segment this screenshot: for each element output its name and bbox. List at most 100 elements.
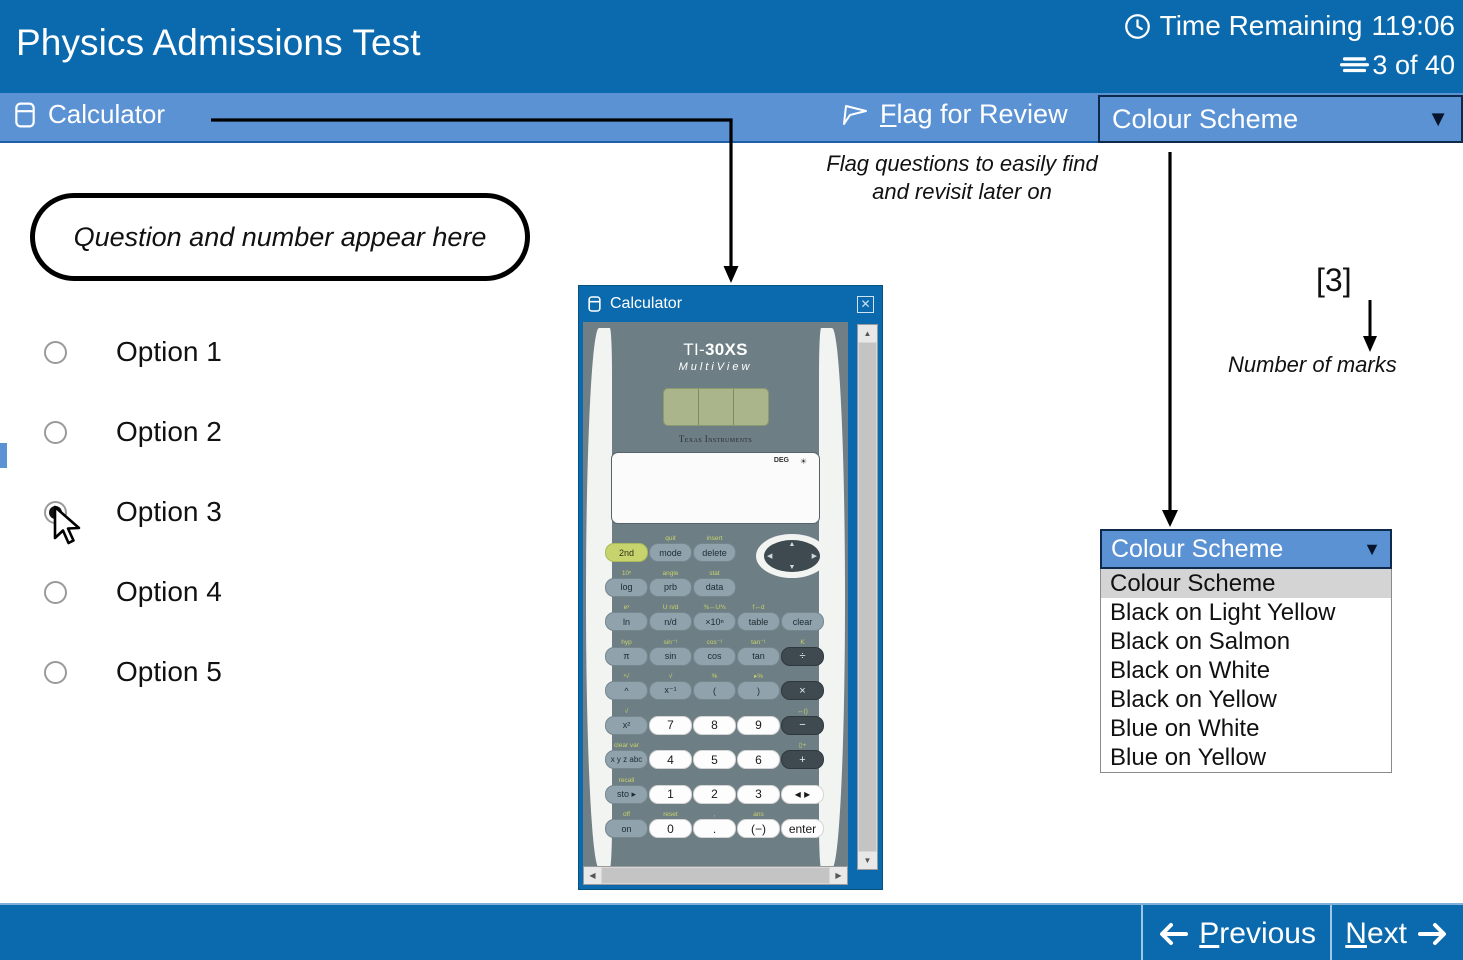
calculator-vertical-scrollbar[interactable]: ▲ ▼ <box>857 324 878 870</box>
key-tan[interactable]: tan <box>737 646 780 666</box>
key-7[interactable]: 7 <box>649 715 692 735</box>
next-button[interactable]: Next <box>1330 905 1463 960</box>
key-open-paren[interactable]: ( <box>693 681 736 700</box>
left-edge-marker <box>0 443 7 468</box>
question-progress: 3 of 40 <box>1340 50 1455 81</box>
calculator-toolbar-button[interactable]: Calculator <box>13 99 165 130</box>
calculator-brand-model: 30XS <box>704 340 748 359</box>
key-mode[interactable]: mode <box>649 543 692 562</box>
triangle-down-icon[interactable]: ▼ <box>858 852 877 869</box>
dropdown-option-black-on-light-yellow[interactable]: Black on Light Yellow <box>1101 598 1391 627</box>
key-prb[interactable]: prb <box>649 577 692 597</box>
flag-annotation-line2: and revisit later on <box>872 179 1052 205</box>
key-add[interactable]: + <box>781 750 824 769</box>
keypad-row-5: ˣ√ ^ √ x⁻¹ %( ▸%) × <box>605 672 826 700</box>
key-multiply[interactable]: × <box>781 681 824 700</box>
key-3[interactable]: 3 <box>737 784 780 804</box>
key-decimal[interactable]: . <box>693 819 736 838</box>
answer-option-4[interactable]: Option 4 <box>44 570 222 614</box>
key-enter[interactable]: enter <box>781 819 824 838</box>
key-on[interactable]: on <box>605 819 648 838</box>
key-1[interactable]: 1 <box>649 784 692 804</box>
key-toggle[interactable]: ◂ ▸ <box>781 784 824 804</box>
calculator-brand: TI-30XS MultiView <box>597 340 834 373</box>
key-secondary-label: ans <box>753 811 764 818</box>
key-square[interactable]: x² <box>605 715 648 735</box>
flag-annotation-line1: Flag questions to easily find <box>826 151 1098 176</box>
key-variables[interactable]: x y z abc <box>605 750 648 769</box>
radio-button-1[interactable] <box>44 340 67 364</box>
radio-button-4[interactable] <box>44 580 67 604</box>
key-power[interactable]: ^ <box>605 681 648 700</box>
answer-option-3[interactable]: Option 3 <box>44 490 222 534</box>
key-sin[interactable]: sin <box>649 646 692 666</box>
key-4[interactable]: 4 <box>649 750 692 769</box>
key-pi[interactable]: π <box>605 646 648 666</box>
key-negate[interactable]: (−) <box>737 819 780 838</box>
answer-option-5[interactable]: Option 5 <box>44 650 222 694</box>
key-5[interactable]: 5 <box>693 750 736 769</box>
triangle-up-icon[interactable]: ▲ <box>858 325 877 342</box>
answer-option-2[interactable]: Option 2 <box>44 410 222 454</box>
flag-for-review-button[interactable]: Flag for Review <box>840 99 1068 130</box>
dropdown-option-black-on-yellow[interactable]: Black on Yellow <box>1101 685 1391 714</box>
key-secondary-label: recall <box>618 776 635 784</box>
key-reciprocal[interactable]: x⁻¹ <box>649 681 692 700</box>
triangle-right-icon[interactable]: ▶ <box>830 867 847 884</box>
answer-option-1[interactable]: Option 1 <box>44 330 222 374</box>
key-2nd[interactable]: 2nd <box>605 543 648 562</box>
vertical-scrollbar-thumb[interactable] <box>859 343 876 851</box>
calculator-horizontal-scrollbar[interactable]: ◀ ▶ <box>583 866 848 885</box>
dropdown-option-black-on-white[interactable]: Black on White <box>1101 656 1391 685</box>
dropdown-option-blue-on-yellow[interactable]: Blue on Yellow <box>1101 743 1391 772</box>
key-6[interactable]: 6 <box>737 750 780 769</box>
radio-button-3[interactable] <box>44 500 67 524</box>
calculator-window-titlebar[interactable]: Calculator ✕ <box>579 286 882 322</box>
key-secondary-label: quit <box>665 535 676 542</box>
key-fraction[interactable]: n/d <box>649 612 692 631</box>
key-9[interactable]: 9 <box>737 715 780 735</box>
key-cos[interactable]: cos <box>693 646 736 666</box>
key-0[interactable]: 0 <box>649 819 692 838</box>
key-delete[interactable]: delete <box>693 543 736 562</box>
radio-button-5[interactable] <box>44 660 67 684</box>
key-store[interactable]: sto ▸ <box>605 784 648 804</box>
close-icon[interactable]: ✕ <box>857 295 874 313</box>
key-secondary-label: ↔() <box>797 707 808 715</box>
key-ln[interactable]: ln <box>605 612 648 631</box>
key-table[interactable]: table <box>737 612 780 631</box>
key-secondary-label: angle <box>662 569 679 577</box>
key-8[interactable]: 8 <box>693 715 736 735</box>
colour-scheme-select[interactable]: Colour Scheme ▼ <box>1098 95 1463 143</box>
key-divide[interactable]: ÷ <box>781 646 824 666</box>
key-clear[interactable]: clear <box>781 612 824 631</box>
key-secondary-label: cos⁻¹ <box>706 638 723 646</box>
triangle-left-icon[interactable]: ◀ <box>584 867 601 884</box>
keypad-row-3: eˣ ln U n/d n/d ⅜↔U⅜ ×10ⁿ f↔d table clear <box>605 603 826 631</box>
previous-button[interactable]: Previous <box>1141 905 1329 960</box>
dpad-down-icon[interactable]: ▼ <box>789 564 796 571</box>
horizontal-scrollbar-thumb[interactable] <box>602 868 829 883</box>
colour-scheme-dropdown-header[interactable]: Colour Scheme ▼ <box>1100 529 1392 569</box>
question-placeholder-bubble: Question and number appear here <box>30 193 530 281</box>
key-2[interactable]: 2 <box>693 784 736 804</box>
key-secondary-label: off <box>622 811 631 818</box>
directional-pad[interactable]: ▲ ▼ ◀ ▶ <box>756 534 828 578</box>
dpad-right-icon[interactable]: ▶ <box>812 552 817 560</box>
radio-button-2[interactable] <box>44 420 67 444</box>
dpad-up-icon[interactable]: ▲ <box>789 541 796 548</box>
question-progress-text: 3 of 40 <box>1372 50 1455 80</box>
dropdown-option-black-on-salmon[interactable]: Black on Salmon <box>1101 627 1391 656</box>
dropdown-option-blue-on-white[interactable]: Blue on White <box>1101 714 1391 743</box>
key-log[interactable]: log <box>605 577 648 597</box>
key-secondary-label: clear var <box>614 742 639 749</box>
key-data[interactable]: data <box>693 577 736 597</box>
key-secondary-label: eˣ <box>623 604 630 611</box>
key-secondary-label: U n/d <box>662 604 679 611</box>
dpad-left-icon[interactable]: ◀ <box>767 552 772 560</box>
dropdown-option-colour-scheme[interactable]: Colour Scheme <box>1101 569 1391 598</box>
key-close-paren[interactable]: ) <box>737 681 780 700</box>
key-subtract[interactable]: − <box>781 715 824 735</box>
key-secondary-label: ˣ√ <box>623 673 630 680</box>
key-scientific-notation[interactable]: ×10ⁿ <box>693 612 736 631</box>
